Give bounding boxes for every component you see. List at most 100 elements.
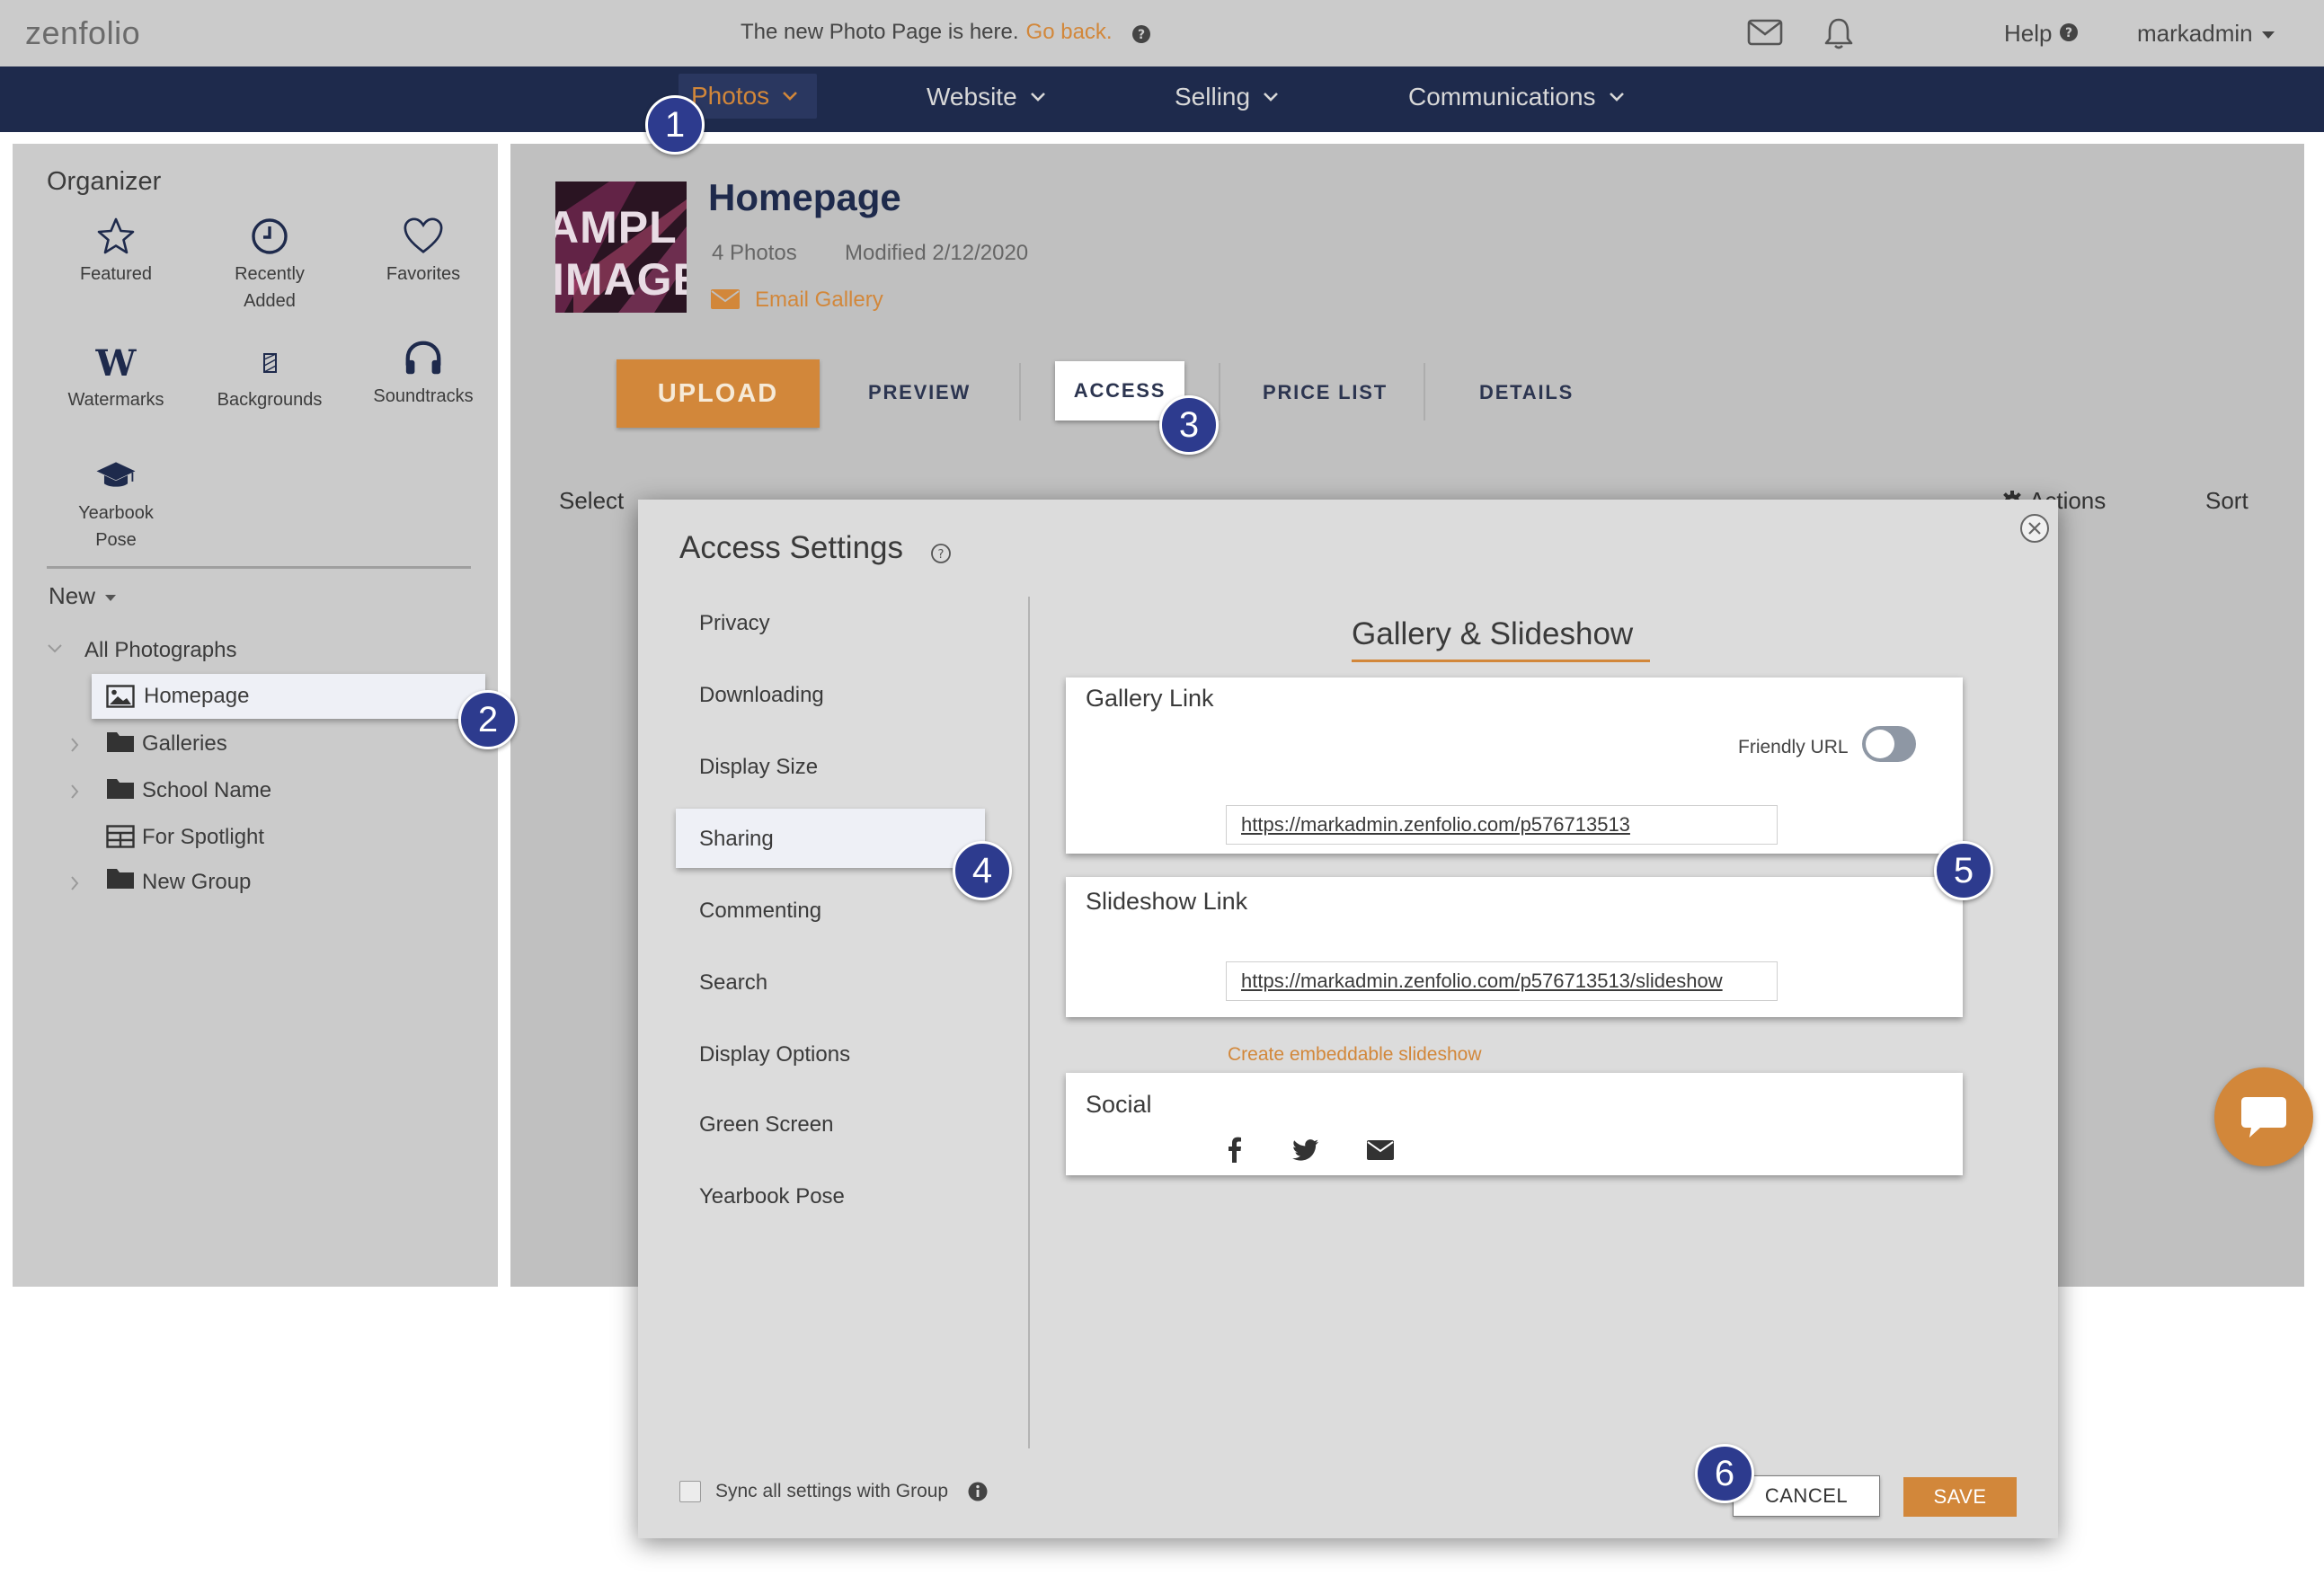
create-embeddable-slideshow-link[interactable]: Create embeddable slideshow — [1228, 1044, 1482, 1066]
nav-website[interactable]: Website — [927, 83, 1046, 111]
question-circle-icon[interactable]: ? — [1131, 23, 1152, 45]
twitter-icon[interactable] — [1292, 1139, 1319, 1161]
modal-nav-commenting[interactable]: Commenting — [699, 899, 821, 924]
bell-icon[interactable] — [1823, 16, 1855, 50]
organizer-recently-added-label: Recently Added — [235, 264, 305, 311]
gallery-link-url[interactable]: https://markadmin.zenfolio.com/p57671351… — [1226, 805, 1778, 845]
chat-bubble-icon — [2241, 1097, 2286, 1138]
spotlight-grid-icon — [106, 825, 135, 848]
gallery-thumbnail: AMPL IMAGE — [555, 182, 687, 313]
social-title: Social — [1086, 1091, 1152, 1118]
tree-item-new-group[interactable]: New Group — [142, 870, 251, 895]
modal-nav-downloading[interactable]: Downloading — [699, 683, 824, 708]
organizer-recently-added[interactable]: Recently Added — [193, 216, 346, 314]
chat-widget-button[interactable] — [2214, 1067, 2313, 1166]
tree-item-homepage-label: Homepage — [144, 684, 250, 708]
tab-details[interactable]: DETAILS — [1479, 381, 1574, 404]
chevron-down-icon — [783, 92, 798, 101]
caret-down-icon[interactable] — [104, 594, 117, 602]
chevron-down-icon — [1030, 93, 1045, 102]
help-question-icon[interactable]: ? — [2058, 22, 2080, 43]
top-bar — [0, 0, 2324, 66]
modal-nav-yearbook-pose[interactable]: Yearbook Pose — [699, 1184, 845, 1209]
step-callout-1: 1 — [645, 95, 705, 155]
upload-button[interactable]: UPLOAD — [616, 359, 820, 428]
tab-preview[interactable]: PREVIEW — [868, 381, 971, 404]
help-link[interactable]: Help — [2004, 20, 2052, 48]
nav-photos-label: Photos — [691, 82, 770, 110]
modal-nav-sharing[interactable]: Sharing — [699, 827, 774, 852]
mail-icon[interactable] — [1747, 18, 1783, 47]
organizer-backgrounds[interactable]: Backgrounds — [193, 341, 346, 413]
organizer-watermarks-label: Watermarks — [67, 390, 164, 410]
step-callout-6: 6 — [1695, 1444, 1754, 1503]
clock-icon — [249, 216, 290, 257]
sort-menu[interactable]: Sort — [2205, 487, 2249, 515]
step-callout-2: 2 — [458, 690, 518, 749]
section-underline — [1352, 660, 1650, 662]
new-button[interactable]: New — [49, 582, 95, 610]
tab-price-list[interactable]: PRICE LIST — [1263, 381, 1388, 404]
email-gallery-link[interactable]: Email Gallery — [755, 288, 883, 313]
organizer-featured[interactable]: Featured — [40, 216, 192, 288]
tree-item-school-name[interactable]: School Name — [142, 778, 271, 803]
tree-item-for-spotlight[interactable]: For Spotlight — [142, 825, 264, 850]
chevron-right-icon[interactable] — [70, 875, 79, 891]
main-nav — [0, 66, 2324, 132]
tab-divider — [1019, 363, 1021, 421]
sync-settings-checkbox[interactable] — [679, 1481, 701, 1502]
tree-all-photographs[interactable]: All Photographs — [84, 638, 236, 663]
zenfolio-logo[interactable]: zenfolio — [25, 14, 140, 52]
nav-communications[interactable]: Communications — [1408, 83, 1625, 111]
organizer-featured-label: Featured — [79, 264, 153, 284]
thumbnail-text-line-2: IMAGE — [555, 254, 687, 305]
caret-down-icon[interactable] — [2261, 31, 2275, 40]
modal-nav-green-screen[interactable]: Green Screen — [699, 1112, 833, 1138]
modal-title: Access Settings — [679, 530, 903, 565]
chevron-right-icon[interactable] — [70, 784, 79, 800]
gallery-title: Homepage — [708, 176, 901, 218]
tree-item-galleries[interactable]: Galleries — [142, 731, 227, 757]
modal-nav-search[interactable]: Search — [699, 970, 767, 996]
organizer-yearbook-pose-label: Yearbook Pose — [78, 503, 154, 550]
organizer-soundtracks[interactable]: Soundtracks — [347, 338, 500, 410]
friendly-url-toggle[interactable] — [1862, 726, 1916, 762]
gallery-link-title: Gallery Link — [1086, 685, 1214, 712]
modal-nav-privacy[interactable]: Privacy — [699, 611, 770, 636]
chevron-down-icon — [1264, 93, 1278, 102]
new-photo-page-notice: The new Photo Page is here. Go back. — [741, 20, 1113, 45]
svg-text:?: ? — [1138, 28, 1145, 42]
folder-icon — [106, 866, 135, 890]
modal-nav-display-size[interactable]: Display Size — [699, 755, 818, 780]
email-icon[interactable] — [1366, 1139, 1395, 1161]
svg-text:?: ? — [938, 548, 945, 562]
user-menu[interactable]: markadmin — [2137, 20, 2253, 48]
slideshow-link-title: Slideshow Link — [1086, 888, 1248, 915]
tree-item-homepage[interactable]: Homepage — [92, 674, 485, 719]
chevron-right-icon[interactable] — [70, 737, 79, 753]
info-icon[interactable] — [967, 1481, 989, 1502]
organizer-divider — [47, 566, 471, 569]
organizer-yearbook-pose[interactable]: Yearbook Pose — [40, 455, 192, 553]
nav-selling[interactable]: Selling — [1175, 83, 1279, 111]
save-button[interactable]: SAVE — [1903, 1477, 2017, 1517]
envelope-icon[interactable] — [710, 288, 741, 311]
modified-date: Modified 2/12/2020 — [845, 241, 1029, 265]
organizer-backgrounds-label: Backgrounds — [217, 390, 323, 410]
organizer-favorites-label: Favorites — [386, 264, 461, 284]
svg-text:?: ? — [2065, 26, 2072, 40]
modal-nav-display-options[interactable]: Display Options — [699, 1042, 850, 1067]
nav-selling-label: Selling — [1175, 83, 1251, 111]
cancel-button[interactable]: CANCEL — [1733, 1475, 1880, 1517]
chevron-down-icon[interactable] — [47, 643, 63, 654]
organizer-soundtracks-label: Soundtracks — [373, 386, 474, 406]
facebook-icon[interactable] — [1226, 1136, 1242, 1163]
organizer-favorites[interactable]: Favorites — [347, 216, 500, 288]
go-back-link[interactable]: Go back. — [1026, 20, 1113, 44]
slideshow-link-url[interactable]: https://markadmin.zenfolio.com/p57671351… — [1226, 961, 1778, 1001]
help-circle-icon[interactable]: ? — [930, 543, 952, 564]
modal-divider — [1028, 597, 1030, 1448]
close-icon[interactable] — [2018, 512, 2051, 545]
heart-icon — [403, 216, 444, 257]
organizer-watermarks[interactable]: W Watermarks — [40, 341, 192, 413]
